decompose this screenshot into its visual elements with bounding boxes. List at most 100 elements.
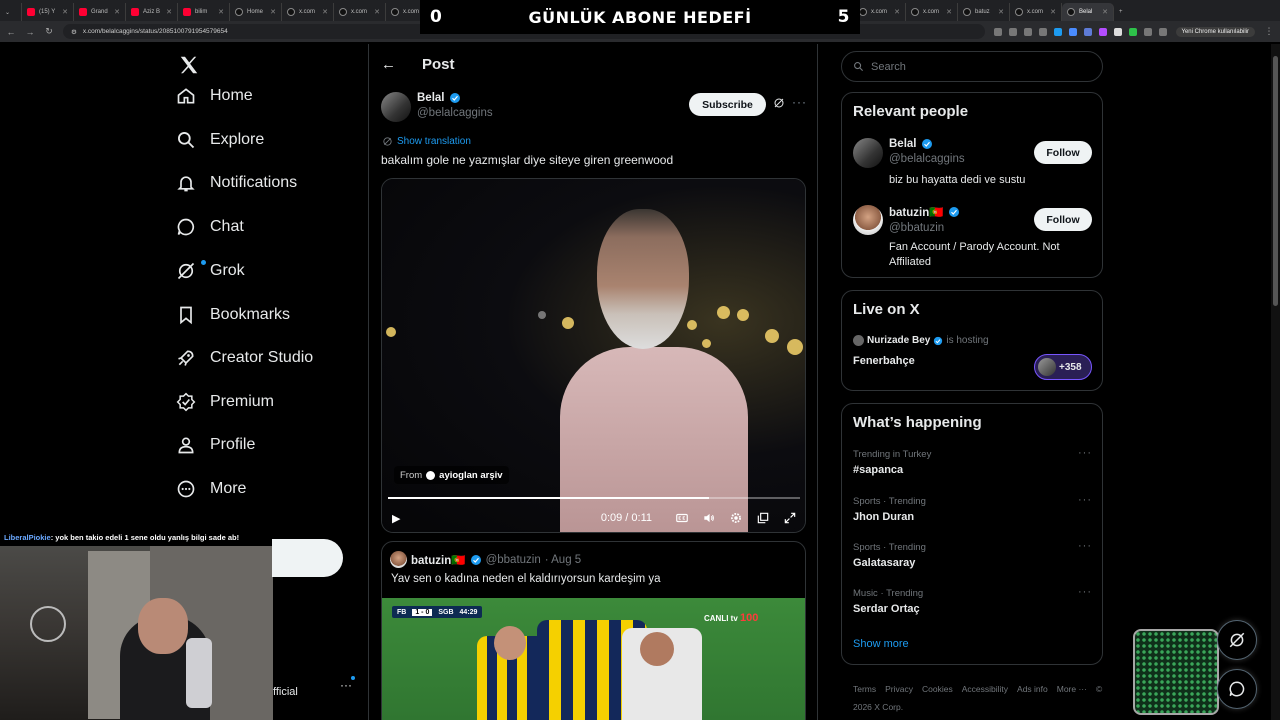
browser-tab[interactable]: Aziz B ✕ — [126, 3, 178, 21]
close-icon[interactable]: ✕ — [166, 8, 172, 16]
extension-icon[interactable] — [1083, 27, 1092, 36]
account-menu-dots-icon[interactable]: ··· — [340, 678, 352, 692]
sidebar-icon[interactable] — [1158, 27, 1167, 36]
picture-in-picture-icon[interactable] — [756, 511, 770, 525]
new-tab-button[interactable]: + — [1114, 3, 1132, 21]
scrollbar-thumb[interactable] — [1273, 56, 1278, 306]
close-icon[interactable]: ✕ — [998, 8, 1004, 16]
translate-icon[interactable] — [993, 27, 1002, 36]
browser-tab[interactable]: x.com ✕ — [334, 3, 386, 21]
volume-icon[interactable] — [702, 511, 716, 525]
tab-menu-button[interactable]: ⌄ — [0, 3, 22, 21]
author-handle[interactable]: @belalcaggins — [417, 107, 493, 119]
more-options-icon[interactable]: ··· — [1078, 586, 1092, 598]
footer-link[interactable]: Privacy — [885, 684, 913, 694]
footer-link[interactable]: Cookies — [922, 684, 953, 694]
video-progress-bar[interactable] — [388, 497, 800, 499]
follow-button[interactable]: Follow — [1034, 208, 1092, 231]
live-host[interactable]: Nurizade Bey is hosting — [853, 335, 989, 346]
messages-fab[interactable] — [1217, 669, 1257, 709]
footer-link[interactable]: Ads info — [1017, 684, 1048, 694]
cast-icon[interactable] — [1023, 27, 1032, 36]
x-logo-icon[interactable] — [178, 54, 200, 76]
person-handle[interactable]: @bbatuzin — [889, 222, 1039, 234]
footer-link[interactable]: Terms — [853, 684, 876, 694]
trend-item[interactable]: Music · Trending Serdar Ortaç ··· — [853, 586, 1093, 615]
puzzle-icon[interactable] — [1143, 27, 1152, 36]
quoted-author-name[interactable]: batuzin🇵🇹 — [411, 553, 466, 567]
page-scrollbar[interactable] — [1271, 44, 1280, 720]
post-author[interactable]: Belal @belalcaggins — [381, 92, 493, 122]
close-icon[interactable]: ✕ — [218, 8, 224, 16]
forward-arrow-icon[interactable]: → — [25, 27, 35, 37]
footer-link[interactable]: More ··· — [1057, 684, 1087, 694]
person-name[interactable]: Belal — [889, 138, 917, 150]
grok-fab[interactable] — [1217, 620, 1257, 660]
footer-link[interactable]: Accessibility — [962, 684, 1008, 694]
nav-item-chat[interactable]: Chat — [176, 214, 244, 240]
more-options-icon[interactable]: ··· — [1078, 540, 1092, 552]
close-icon[interactable]: ✕ — [894, 8, 900, 16]
trend-item[interactable]: Trending in Turkey #sapanca ··· — [853, 447, 1093, 476]
quoted-author-handle[interactable]: @bbatuzin — [486, 554, 541, 566]
browser-tab[interactable]: x.com ✕ — [906, 3, 958, 21]
quoted-post[interactable]: batuzin🇵🇹 @bbatuzin · Aug 5 Yav sen o ka… — [381, 541, 806, 720]
close-icon[interactable]: ✕ — [1102, 8, 1108, 16]
site-info-icon[interactable]: ⚙ — [71, 28, 77, 36]
avatar[interactable] — [381, 92, 411, 122]
live-listeners-pill[interactable]: +358 — [1034, 354, 1092, 380]
extension-icon[interactable] — [1068, 27, 1077, 36]
quoted-post-image[interactable]: FB 1 - 0 SGB 44:29 CANLI tv 100 — [382, 598, 805, 720]
close-icon[interactable]: ✕ — [62, 8, 68, 16]
relevant-person[interactable]: Belal @belalcaggins biz bu hayatta dedi … — [853, 138, 1093, 198]
browser-tab[interactable]: x.com ✕ — [1010, 3, 1062, 21]
more-options-icon[interactable]: ··· — [1078, 494, 1092, 506]
back-arrow-icon[interactable]: ← — [381, 56, 396, 73]
nav-item-home[interactable]: Home — [176, 83, 253, 109]
nav-item-creator-studio[interactable]: Creator Studio — [176, 345, 313, 371]
close-icon[interactable]: ✕ — [270, 8, 276, 16]
browser-tab[interactable]: batuz ✕ — [958, 3, 1010, 21]
close-icon[interactable]: ✕ — [322, 8, 328, 16]
nav-item-more[interactable]: More — [176, 476, 246, 502]
browser-tab[interactable]: x.com ✕ — [282, 3, 334, 21]
more-options-icon[interactable]: ··· — [792, 95, 807, 109]
subscribe-button[interactable]: Subscribe — [689, 93, 766, 116]
grok-icon[interactable] — [773, 97, 785, 109]
close-icon[interactable]: ✕ — [374, 8, 380, 16]
kebab-menu-icon[interactable]: ⋮ — [1264, 26, 1274, 37]
person-name[interactable]: batuzin🇵🇹 — [889, 205, 944, 219]
extension-icon[interactable] — [1098, 27, 1107, 36]
avatar[interactable] — [853, 205, 883, 235]
captions-icon[interactable] — [675, 511, 689, 525]
star-icon[interactable] — [1038, 27, 1047, 36]
close-icon[interactable]: ✕ — [946, 8, 952, 16]
video-player[interactable]: From ayioglan arşiv ▶ 0:09 / 0:11 — [381, 178, 806, 533]
author-name[interactable]: Belal — [417, 92, 445, 104]
back-arrow-icon[interactable]: ← — [6, 27, 16, 37]
nav-item-grok[interactable]: Grok — [176, 258, 245, 284]
extension-icon[interactable] — [1128, 27, 1137, 36]
browser-tab[interactable]: Belal ✕ — [1062, 3, 1114, 21]
browser-tab[interactable]: Grand ✕ — [74, 3, 126, 21]
nav-item-notifications[interactable]: Notifications — [176, 170, 297, 196]
person-handle[interactable]: @belalcaggins — [889, 153, 1039, 165]
post-button-partial[interactable] — [272, 539, 343, 577]
settings-gear-icon[interactable] — [729, 511, 743, 525]
live-space-title[interactable]: Fenerbahçe — [853, 355, 915, 367]
search-input[interactable]: Search — [841, 51, 1103, 82]
browser-tab[interactable]: bilim ✕ — [178, 3, 230, 21]
video-source-badge[interactable]: From ayioglan arşiv — [394, 466, 509, 484]
trend-item[interactable]: Sports · Trending Jhon Duran ··· — [853, 494, 1093, 523]
browser-tab[interactable]: (15) Y ✕ — [22, 3, 74, 21]
play-icon[interactable]: ▶ — [392, 512, 400, 525]
extension-icon[interactable] — [1053, 27, 1062, 36]
more-options-icon[interactable]: ··· — [1078, 447, 1092, 459]
avatar[interactable] — [853, 138, 883, 168]
nav-item-premium[interactable]: Premium — [176, 389, 274, 415]
close-icon[interactable]: ✕ — [114, 8, 120, 16]
nav-item-profile[interactable]: Profile — [176, 432, 255, 458]
nav-item-bookmarks[interactable]: Bookmarks — [176, 302, 290, 328]
browser-tab[interactable]: x.com ✕ — [854, 3, 906, 21]
install-icon[interactable] — [1008, 27, 1017, 36]
